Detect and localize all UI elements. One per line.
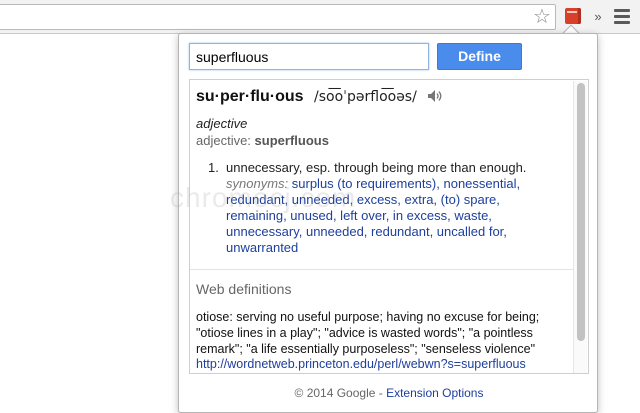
dictionary-popup: Define su·per·flu·ous /so͞oˈpərflo͞oəs/ … (178, 33, 598, 413)
web-definitions-heading: Web definitions (196, 281, 292, 297)
extension-options-link[interactable]: Extension Options (386, 386, 483, 400)
menu-bar (614, 21, 630, 24)
section-divider (190, 269, 574, 270)
book-page-detail (567, 11, 577, 13)
web-definition-link[interactable]: http://wordnetweb.princeton.edu/perl/web… (196, 357, 526, 371)
scrollbar[interactable] (573, 81, 587, 373)
speaker-icon[interactable] (427, 89, 443, 103)
scrollbar-thumb[interactable] (577, 83, 585, 341)
web-definition-text: otiose: serving no useful purpose; havin… (196, 310, 540, 356)
popup-footer: © 2014 Google - Extension Options (179, 386, 599, 400)
browser-toolbar: ☆ » (0, 0, 640, 34)
part-of-speech-line: adjective: superfluous (196, 133, 568, 148)
part-of-speech: adjective (196, 116, 248, 131)
copyright-text: © 2014 Google - (294, 386, 383, 400)
sense-number: 1. (208, 160, 219, 175)
dictionary-extension-button[interactable] (563, 6, 583, 26)
definition-content: su·per·flu·ous /so͞oˈpərflo͞oəs/ adjecti… (190, 80, 574, 371)
address-bar[interactable] (0, 4, 556, 30)
star-icon[interactable]: ☆ (531, 6, 553, 28)
headword: su·per·flu·ous (196, 88, 304, 105)
menu-bar (614, 15, 630, 18)
dictionary-entry: su·per·flu·ous /so͞oˈpərflo͞oəs/ adjecti… (190, 80, 574, 256)
headword-line: su·per·flu·ous /so͞oˈpərflo͞oəs/ (196, 88, 568, 110)
pos-line-prefix: adjective: (196, 133, 251, 148)
pos-line-word: superfluous (254, 133, 329, 148)
search-input[interactable] (189, 43, 429, 70)
definition-panel[interactable]: su·per·flu·ous /so͞oˈpərflo͞oəs/ adjecti… (189, 79, 589, 374)
pronunciation: /so͞oˈpərflo͞oəs/ (314, 89, 417, 105)
sense-item: 1. unnecessary, esp. through being more … (208, 160, 538, 256)
menu-bar (614, 9, 630, 12)
sense-definition: unnecessary, esp. through being more tha… (226, 160, 527, 175)
synonyms-label: synonyms: (226, 176, 289, 191)
hamburger-menu-icon[interactable] (614, 9, 630, 25)
synonyms-block: synonyms: surplus (to requirements), non… (226, 176, 538, 256)
define-button[interactable]: Define (437, 43, 522, 70)
chevron-double-right-icon[interactable]: » (592, 8, 604, 26)
